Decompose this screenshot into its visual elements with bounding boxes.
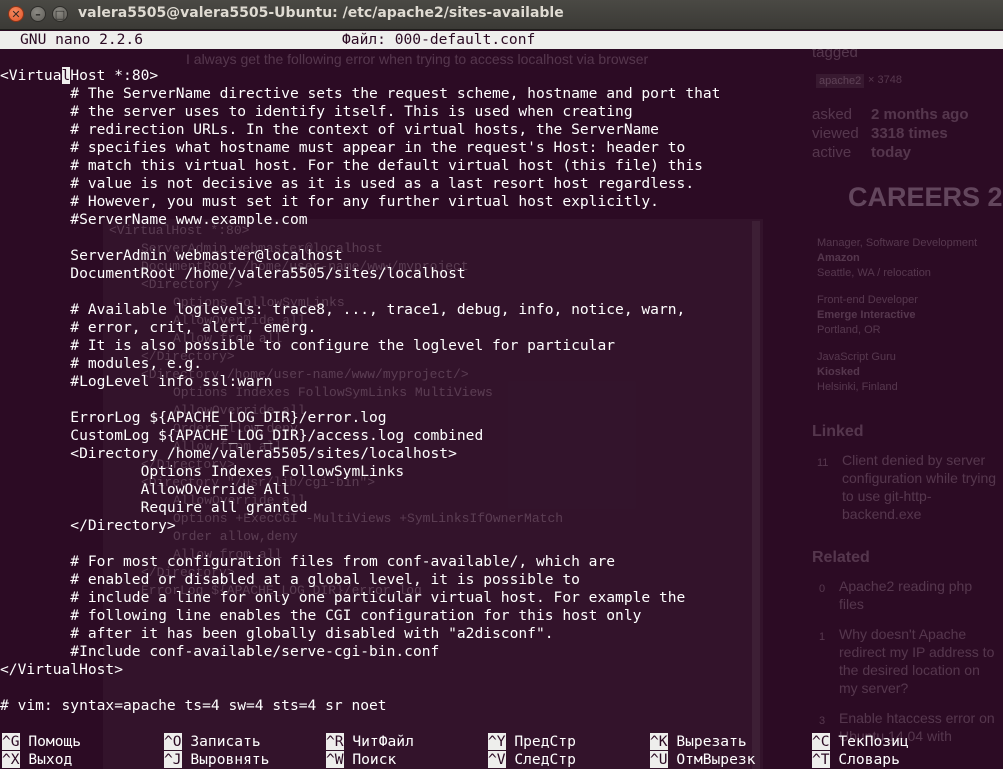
text-cursor: l	[61, 67, 71, 84]
shortcut-label: Записать	[181, 733, 261, 750]
nano-editor[interactable]: GNU nano 2.2.6 Файл: 000-default.conf <V…	[0, 29, 1003, 769]
shortcut-item: ^T Словарь	[812, 751, 900, 769]
shortcut-item: ^X Выход	[2, 751, 72, 769]
shortcut-item: ^O Записать	[164, 733, 261, 751]
editor-line: ServerAdmin webmaster@localhost	[0, 247, 343, 264]
shortcut-item: ^W Поиск	[326, 751, 396, 769]
editor-line: # redirection URLs. In the context of vi…	[0, 121, 659, 138]
maximize-icon: □	[54, 8, 66, 21]
shortcut-label: Вырезать	[667, 733, 747, 750]
shortcut-label: СледСтр	[505, 751, 576, 768]
shortcut-key: ^V	[488, 751, 506, 768]
editor-line: <Directory /home/valera5505/sites/localh…	[0, 445, 457, 462]
editor-line: #LogLevel info ssl:warn	[0, 373, 273, 390]
shortcut-item: ^Y ПредСтр	[488, 733, 576, 751]
window-titlebar[interactable]: ✕ – □ valera5505@valera5505-Ubuntu: /etc…	[0, 0, 1003, 30]
editor-line: </Directory>	[0, 517, 176, 534]
shortcut-label: ЧитФайл	[343, 733, 414, 750]
editor-line: # specifies what hostname must appear in…	[0, 139, 686, 156]
terminal-window: ✕ – □ valera5505@valera5505-Ubuntu: /etc…	[0, 0, 1003, 769]
editor-line: # following line enables the CGI configu…	[0, 607, 642, 624]
shortcut-key: ^G	[2, 733, 20, 750]
shortcut-key: ^C	[812, 733, 830, 750]
editor-line: #Include conf-available/serve-cgi-bin.co…	[0, 643, 440, 660]
editor-line: # modules, e.g.	[0, 355, 203, 372]
nano-filename: Файл: 000-default.conf	[342, 31, 536, 48]
editor-line: # error, crit, alert, emerg.	[0, 319, 317, 336]
shortcut-item: ^U ОтмВырезк	[650, 751, 755, 769]
maximize-window-button[interactable]: □	[52, 6, 68, 22]
editor-line: # enabled or disabled at a global level,…	[0, 571, 580, 588]
shortcut-item: ^R ЧитФайл	[326, 733, 414, 751]
shortcut-label: Словарь	[829, 751, 900, 768]
shortcut-label: ПредСтр	[505, 733, 576, 750]
nano-header-bar: GNU nano 2.2.6 Файл: 000-default.conf	[0, 31, 1003, 49]
shortcut-item: ^K Вырезать	[650, 733, 747, 751]
shortcut-key: ^J	[164, 751, 182, 768]
minimize-icon: –	[35, 8, 41, 21]
shortcut-label: ТекПозиц	[829, 733, 909, 750]
shortcut-key: ^X	[2, 751, 20, 768]
shortcut-item: ^V СледСтр	[488, 751, 576, 769]
shortcut-label: Выход	[19, 751, 73, 768]
shortcut-item: ^G Помощь	[2, 733, 81, 751]
editor-line: AllowOverride All	[0, 481, 290, 498]
editor-line: #ServerName www.example.com	[0, 211, 308, 228]
shortcut-label: ОтмВырезк	[667, 751, 756, 768]
editor-line: # after it has been globally disabled wi…	[0, 625, 554, 642]
editor-line: CustomLog ${APACHE_LOG_DIR}/access.log c…	[0, 427, 484, 444]
shortcut-label: Поиск	[343, 751, 397, 768]
editor-line: # Available loglevels: trace8, ..., trac…	[0, 301, 686, 318]
editor-line: DocumentRoot /home/valera5505/sites/loca…	[0, 265, 466, 282]
editor-line: # The ServerName directive sets the requ…	[0, 85, 721, 102]
window-title: valera5505@valera5505-Ubuntu: /etc/apach…	[78, 5, 564, 21]
editor-line: # value is not decisive as it is used as…	[0, 175, 695, 192]
editor-line: # It is also possible to configure the l…	[0, 337, 616, 354]
editor-line: # the server uses to identify itself. Th…	[0, 103, 633, 120]
shortcut-item: ^C ТекПозиц	[812, 733, 909, 751]
shortcut-key: ^T	[812, 751, 830, 768]
editor-line: Options Indexes FollowSymLinks	[0, 463, 405, 480]
editor-line: </VirtualHost>	[0, 661, 124, 678]
shortcut-key: ^K	[650, 733, 668, 750]
editor-line: # For most configuration files from conf…	[0, 553, 616, 570]
editor-line: # vim: syntax=apache ts=4 sw=4 sts=4 sr …	[0, 697, 387, 714]
shortcut-label: Помощь	[19, 733, 82, 750]
editor-line: # match this virtual host. For the defau…	[0, 157, 703, 174]
shortcut-item: ^J Выровнять	[164, 751, 269, 769]
editor-line: # include a line for only one particular…	[0, 589, 686, 606]
shortcut-key: ^R	[326, 733, 344, 750]
shortcut-key: ^O	[164, 733, 182, 750]
close-window-button[interactable]: ✕	[8, 6, 24, 22]
nano-version: GNU nano 2.2.6	[20, 31, 144, 48]
shortcut-key: ^U	[650, 751, 668, 768]
shortcut-key: ^W	[326, 751, 344, 768]
shortcut-key: ^Y	[488, 733, 506, 750]
editor-line: <VirtualHost *:80>	[0, 67, 159, 84]
close-icon: ✕	[11, 8, 21, 21]
editor-line: Require all granted	[0, 499, 308, 516]
shortcut-label: Выровнять	[181, 751, 270, 768]
editor-line: # However, you must set it for any furth…	[0, 193, 659, 210]
editor-line: ErrorLog ${APACHE_LOG_DIR}/error.log	[0, 409, 387, 426]
minimize-window-button[interactable]: –	[30, 6, 46, 22]
